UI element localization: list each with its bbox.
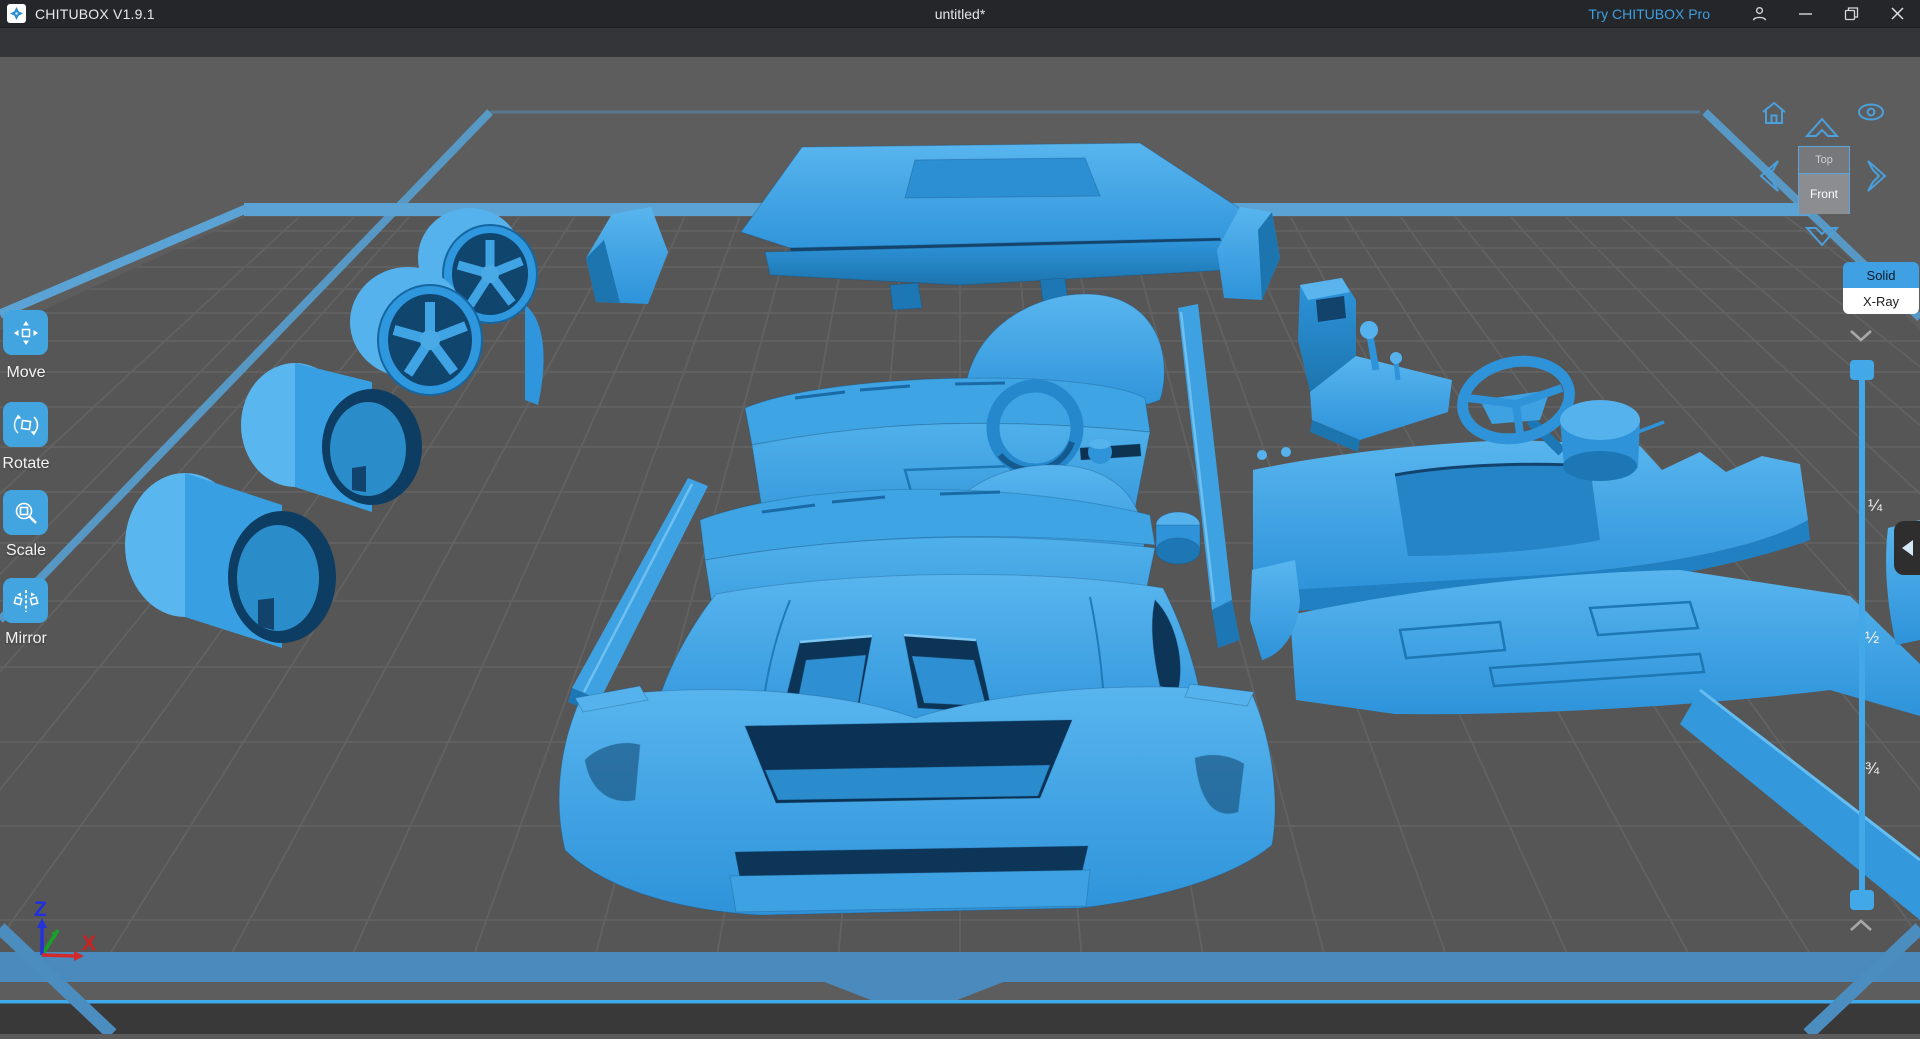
app-logo-icon bbox=[7, 4, 26, 23]
tool-rotate-button[interactable] bbox=[3, 402, 48, 447]
slider-mark-half: ½ bbox=[1865, 628, 1880, 647]
tool-scale-button[interactable] bbox=[3, 490, 48, 535]
slider-mark-quarter: ¼ bbox=[1868, 496, 1883, 515]
minimize-button[interactable] bbox=[1782, 0, 1828, 27]
tool-rotate-label: Rotate bbox=[2, 455, 50, 472]
try-pro-link[interactable]: Try CHITUBOX Pro bbox=[1588, 6, 1710, 22]
toolbar bbox=[0, 27, 1920, 57]
view-cube[interactable]: Top Front bbox=[1798, 146, 1850, 214]
layer-slider-handle-bottom[interactable] bbox=[1850, 890, 1874, 910]
tool-move-button[interactable] bbox=[3, 310, 48, 355]
model-front-bumper[interactable] bbox=[558, 683, 1276, 916]
tool-scale-label: Scale bbox=[5, 542, 47, 559]
render-mode-xray-button[interactable]: X-Ray bbox=[1843, 288, 1919, 314]
close-button[interactable] bbox=[1874, 0, 1920, 27]
rotate-down-icon[interactable] bbox=[1804, 222, 1840, 253]
account-icon[interactable] bbox=[1736, 0, 1782, 27]
axis-z-label: Z bbox=[34, 898, 47, 921]
layer-slider-handle-top[interactable] bbox=[1850, 360, 1874, 380]
slider-mark-three-quarter: ¾ bbox=[1865, 759, 1880, 778]
triangle-left-icon bbox=[1901, 540, 1913, 556]
title-bar: CHITUBOX V1.9.1 untitled* Try CHITUBOX P… bbox=[0, 0, 1920, 27]
axis-x-label: X bbox=[82, 932, 96, 955]
view-cube-front-face[interactable]: Front bbox=[1799, 174, 1849, 214]
rotate-up-icon[interactable] bbox=[1804, 116, 1840, 147]
perspective-eye-icon[interactable] bbox=[1856, 102, 1886, 127]
home-view-icon[interactable] bbox=[1760, 100, 1788, 131]
render-mode-solid-button[interactable]: Solid bbox=[1843, 262, 1919, 288]
view-cube-top-face[interactable]: Top bbox=[1799, 147, 1849, 174]
tool-mirror-button[interactable] bbox=[3, 578, 48, 623]
viewport-3d[interactable]: Z X bbox=[0, 57, 1920, 1039]
chevron-down-icon[interactable] bbox=[1848, 328, 1874, 348]
tool-mirror-label: Mirror bbox=[5, 630, 47, 647]
tool-move-label: Move bbox=[6, 364, 46, 381]
panel-expand-tab[interactable] bbox=[1894, 521, 1920, 575]
app-title: CHITUBOX V1.9.1 bbox=[35, 5, 155, 22]
rotate-right-icon[interactable] bbox=[1862, 158, 1890, 199]
rotate-left-icon[interactable] bbox=[1756, 158, 1784, 199]
chevron-up-icon[interactable] bbox=[1848, 918, 1874, 938]
restore-button[interactable] bbox=[1828, 0, 1874, 27]
